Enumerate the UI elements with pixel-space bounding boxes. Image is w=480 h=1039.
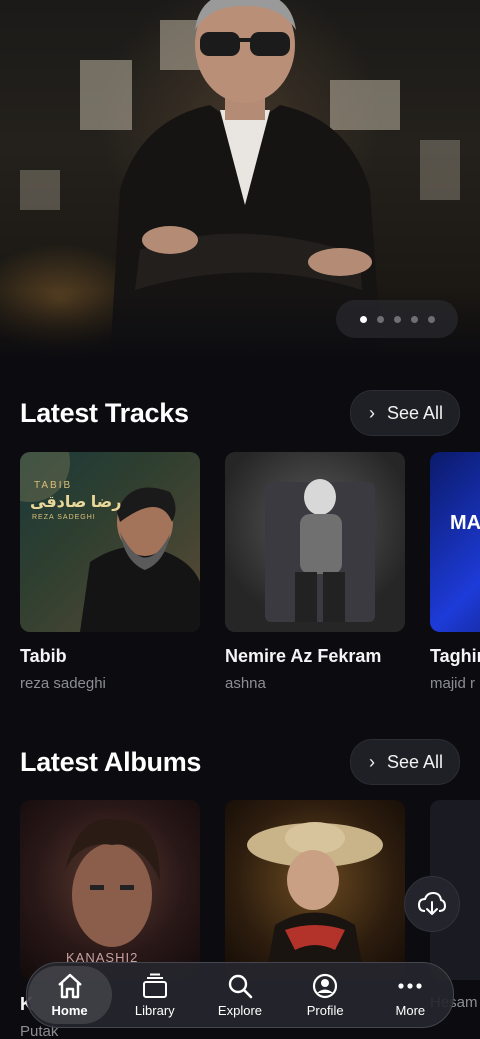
carousel-dot[interactable] (376, 315, 384, 323)
album-cover (225, 800, 405, 980)
bottom-nav: Home Library Explore Profile More (26, 962, 454, 1028)
download-button[interactable] (404, 876, 460, 932)
nav-label: Explore (217, 1002, 262, 1018)
nav-label: Library (134, 1002, 175, 1018)
nav-item-more[interactable]: More (368, 966, 452, 1024)
wall-paper (20, 170, 60, 210)
carousel-dot[interactable] (427, 315, 435, 323)
tracks-row[interactable]: TABIB رضا صادقی REZA SADEGHI Tabib reza … (20, 452, 480, 702)
latest-albums-header: Latest Albums › See All (20, 739, 460, 785)
wall-paper (420, 140, 460, 200)
track-artist[interactable]: reza sadeghi (20, 675, 200, 692)
nav-item-explore[interactable]: Explore (198, 966, 282, 1024)
track-title[interactable]: Taghir (430, 646, 480, 667)
album-cover: KANASHI2 (20, 800, 200, 980)
nav-label: Profile (306, 1002, 344, 1018)
cover-label: رضا صادقی (30, 494, 122, 511)
cover-label: REZA SADEGHI (32, 514, 96, 521)
cover-art (247, 822, 383, 980)
cover-label: TABIB (34, 480, 73, 491)
chevron-right-icon: › (368, 403, 375, 423)
carousel-dot[interactable] (359, 315, 367, 323)
nav-label: More (395, 1002, 426, 1018)
latest-tracks-header: Latest Tracks › See All (20, 390, 460, 436)
see-all-tracks-button[interactable]: › See All (349, 390, 460, 436)
cover-art (20, 452, 200, 632)
track-artist[interactable]: majid r (430, 675, 480, 692)
track-card[interactable]: MAJ RAZA Taghir majid r (430, 452, 480, 692)
see-all-label: See All (386, 751, 443, 772)
section-title: Latest Tracks (20, 397, 189, 428)
carousel-dot[interactable] (393, 315, 401, 323)
see-all-label: See All (386, 402, 443, 423)
search-icon (228, 974, 253, 998)
track-cover: MAJ RAZA (430, 452, 480, 632)
more-icon (398, 982, 422, 989)
nav-item-library[interactable]: Library (113, 966, 197, 1024)
hero-banner[interactable] (0, 0, 480, 360)
nav-label: Home (51, 1002, 88, 1018)
track-title[interactable]: Tabib (20, 646, 200, 667)
carousel-dot[interactable] (410, 315, 418, 323)
track-cover: TABIB رضا صادقی REZA SADEGHI (20, 452, 200, 632)
profile-icon (313, 973, 338, 998)
home-icon (57, 973, 82, 998)
carousel-indicator (336, 300, 458, 338)
track-cover (225, 452, 405, 632)
cover-art (265, 479, 375, 622)
section-title: Latest Albums (20, 746, 202, 777)
track-title[interactable]: Nemire Az Fekram (225, 646, 405, 667)
nav-item-home[interactable]: Home (27, 966, 112, 1024)
track-card[interactable]: Nemire Az Fekram ashna (225, 452, 405, 692)
track-card[interactable]: TABIB رضا صادقی REZA SADEGHI Tabib reza … (20, 452, 200, 692)
see-all-albums-button[interactable]: › See All (349, 739, 460, 785)
track-artist[interactable]: ashna (225, 675, 405, 692)
library-icon (142, 973, 167, 998)
cloud-download-icon (417, 891, 447, 915)
cover-label: MAJ RAZA (450, 512, 480, 534)
chevron-right-icon: › (368, 752, 375, 772)
nav-item-profile[interactable]: Profile (283, 966, 367, 1024)
